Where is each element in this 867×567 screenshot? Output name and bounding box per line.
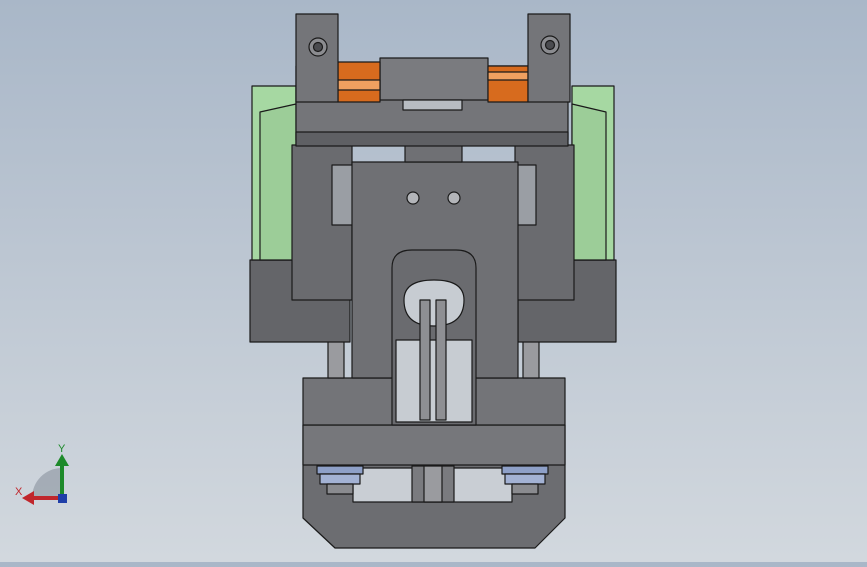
center-window-inner xyxy=(403,279,465,327)
triad-quarter-disc xyxy=(32,468,62,498)
orientation-triad[interactable] xyxy=(22,454,69,505)
guide-rod-right[interactable] xyxy=(522,339,540,379)
triad-y-label: Y xyxy=(58,443,66,455)
top-hub[interactable] xyxy=(379,57,489,101)
gripper-pad-right-face xyxy=(571,103,607,261)
triad-y-arrow xyxy=(55,454,69,466)
top-hub-notch xyxy=(402,99,463,111)
triad-y-axis xyxy=(60,462,64,498)
gripper-pad-left-face xyxy=(259,103,297,261)
triad-x-arrow xyxy=(22,491,34,505)
piston-rod[interactable] xyxy=(395,339,473,423)
piston-rod-core-1 xyxy=(419,299,431,421)
model-canvas[interactable] xyxy=(0,0,867,562)
base-top-lip xyxy=(302,424,566,466)
bolt-head-left[interactable] xyxy=(308,37,328,57)
piston-rod-core-2 xyxy=(435,299,447,421)
guide-rod-left[interactable] xyxy=(327,339,345,379)
screw-hole-left xyxy=(406,191,420,205)
center-shaft[interactable] xyxy=(411,465,455,503)
cad-viewport[interactable]: X Y xyxy=(0,0,867,562)
clamp-ear-right[interactable] xyxy=(527,13,571,103)
bolt-head-right[interactable] xyxy=(540,35,560,55)
crossbar-lower-edge xyxy=(295,131,569,147)
clamp-ear-left[interactable] xyxy=(295,13,339,103)
screw-hole-right xyxy=(447,191,461,205)
triad-z-origin xyxy=(58,494,67,503)
copper-cylinder-right[interactable] xyxy=(487,65,529,103)
triad-x-label: X xyxy=(15,486,23,498)
inner-slot-left xyxy=(331,164,355,226)
copper-cylinder-left[interactable] xyxy=(337,61,381,103)
triad-x-axis xyxy=(30,496,62,500)
gripper-assembly[interactable] xyxy=(249,13,617,549)
